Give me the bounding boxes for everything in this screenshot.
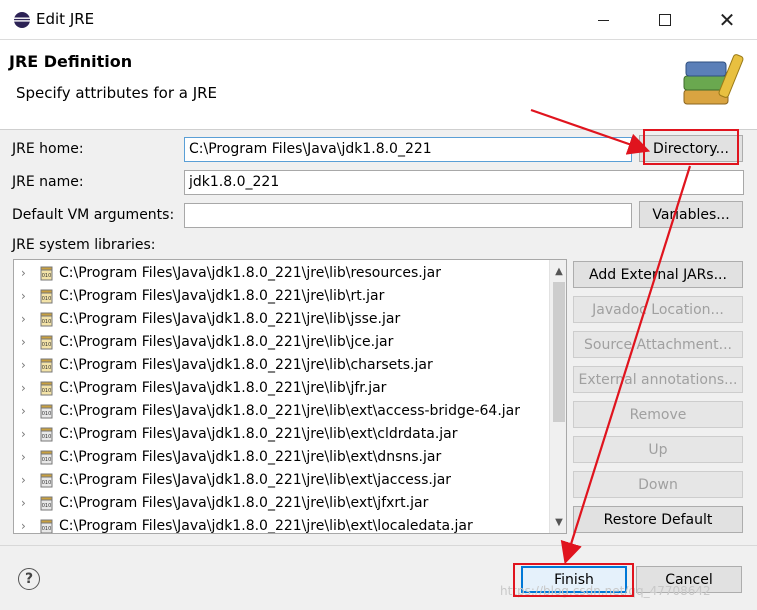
javadoc-location-button[interactable]: Javadoc Location... [573, 296, 743, 323]
svg-text:010: 010 [42, 526, 52, 532]
chevron-right-icon[interactable]: › [21, 473, 26, 487]
footer-divider [0, 545, 757, 546]
jar-icon: 010 [40, 404, 53, 419]
add-external-jars-button[interactable]: Add External JARs... [573, 261, 743, 288]
library-path: C:\Program Files\Java\jdk1.8.0_221\jre\l… [59, 357, 433, 373]
directory-highlight-box [643, 129, 739, 165]
jar-icon: 010 [40, 381, 53, 396]
libraries-scrollbar[interactable]: ▲ ▼ [549, 260, 566, 533]
chevron-right-icon[interactable]: › [21, 312, 26, 326]
jar-icon: 010 [40, 289, 53, 304]
library-row[interactable]: › 010 C:\Program Files\Java\jdk1.8.0_221\j… [14, 262, 548, 285]
scroll-up-icon[interactable]: ▲ [550, 262, 566, 280]
maximize-icon [659, 14, 671, 26]
jar-icon: 010 [40, 312, 53, 327]
chevron-right-icon[interactable]: › [21, 450, 26, 464]
minimize-icon [597, 19, 609, 21]
library-row[interactable]: › 010 C:\Program Files\Java\jdk1.8.0_221\j… [14, 308, 548, 331]
library-row[interactable]: › 010 C:\Program Files\Java\jdk1.8.0_221\j… [14, 285, 548, 308]
library-row[interactable]: › 010 C:\Program Files\Java\jdk1.8.0_221\j… [14, 354, 548, 377]
libraries-tree[interactable]: › 010 C:\Program Files\Java\jdk1.8.0_221\j… [13, 259, 567, 534]
svg-text:010: 010 [42, 342, 52, 348]
jar-icon: 010 [40, 266, 53, 281]
svg-text:010: 010 [42, 480, 52, 486]
chevron-right-icon[interactable]: › [21, 404, 26, 418]
vm-args-label: Default VM arguments: [12, 207, 175, 223]
chevron-right-icon[interactable]: › [21, 427, 26, 441]
restore-default-button[interactable]: Restore Default [573, 506, 743, 533]
svg-text:010: 010 [42, 296, 52, 302]
scroll-down-icon[interactable]: ▼ [550, 513, 566, 531]
library-path: C:\Program Files\Java\jdk1.8.0_221\jre\l… [59, 472, 452, 488]
library-row[interactable]: › 010 C:\Program Files\Java\jdk1.8.0_221\j… [14, 492, 548, 515]
eclipse-icon [14, 12, 30, 28]
svg-text:010: 010 [42, 273, 52, 279]
jar-icon: 010 [40, 496, 53, 511]
variables-button[interactable]: Variables... [639, 201, 743, 228]
library-row[interactable]: › 010 C:\Program Files\Java\jdk1.8.0_221\j… [14, 423, 548, 446]
svg-text:010: 010 [42, 457, 52, 463]
library-row[interactable]: › 010 C:\Program Files\Java\jdk1.8.0_221\j… [14, 377, 548, 400]
library-row[interactable]: › 010 C:\Program Files\Java\jdk1.8.0_221\j… [14, 400, 548, 423]
window-title: Edit JRE [36, 10, 95, 28]
library-path: C:\Program Files\Java\jdk1.8.0_221\jre\l… [59, 403, 520, 419]
library-row[interactable]: › 010 C:\Program Files\Java\jdk1.8.0_221\j… [14, 331, 548, 354]
chevron-right-icon[interactable]: › [21, 289, 26, 303]
jar-icon: 010 [40, 473, 53, 488]
library-path: C:\Program Files\Java\jdk1.8.0_221\jre\l… [59, 288, 385, 304]
library-row[interactable]: › 010 C:\Program Files\Java\jdk1.8.0_221\j… [14, 515, 548, 534]
jar-icon: 010 [40, 335, 53, 350]
library-path: C:\Program Files\Java\jdk1.8.0_221\jre\l… [59, 495, 429, 511]
svg-text:010: 010 [42, 365, 52, 371]
svg-text:010: 010 [42, 388, 52, 394]
library-path: C:\Program Files\Java\jdk1.8.0_221\jre\l… [59, 334, 394, 350]
source-attachment-button[interactable]: Source Attachment... [573, 331, 743, 358]
minimize-button[interactable] [580, 4, 626, 36]
jre-name-label: JRE name: [12, 174, 84, 190]
chevron-right-icon[interactable]: › [21, 496, 26, 510]
svg-text:010: 010 [42, 319, 52, 325]
jar-icon: 010 [40, 427, 53, 442]
library-row[interactable]: › 010 C:\Program Files\Java\jdk1.8.0_221\j… [14, 446, 548, 469]
scroll-thumb[interactable] [553, 282, 565, 422]
chevron-right-icon[interactable]: › [21, 335, 26, 349]
library-books-icon [683, 54, 744, 105]
header-subtitle: Specify attributes for a JRE [16, 84, 218, 102]
jre-name-input[interactable]: jdk1.8.0_221 [184, 170, 744, 195]
jre-home-label: JRE home: [12, 141, 84, 157]
svg-text:010: 010 [42, 434, 52, 440]
chevron-right-icon[interactable]: › [21, 519, 26, 533]
chevron-right-icon[interactable]: › [21, 358, 26, 372]
vm-args-input[interactable] [184, 203, 632, 228]
up-button[interactable]: Up [573, 436, 743, 463]
jar-icon: 010 [40, 450, 53, 465]
library-path: C:\Program Files\Java\jdk1.8.0_221\jre\l… [59, 380, 387, 396]
jre-home-input[interactable]: C:\Program Files\Java\jdk1.8.0_221 [184, 137, 632, 162]
chevron-right-icon[interactable]: › [21, 381, 26, 395]
library-path: C:\Program Files\Java\jdk1.8.0_221\jre\l… [59, 449, 442, 465]
finish-highlight-box [513, 563, 634, 597]
jar-icon: 010 [40, 519, 53, 533]
down-button[interactable]: Down [573, 471, 743, 498]
library-path: C:\Program Files\Java\jdk1.8.0_221\jre\l… [59, 265, 441, 281]
library-path: C:\Program Files\Java\jdk1.8.0_221\jre\l… [59, 518, 473, 534]
chevron-right-icon[interactable]: › [21, 266, 26, 280]
svg-text:010: 010 [42, 411, 52, 417]
maximize-button[interactable] [642, 4, 688, 36]
library-row[interactable]: › 010 C:\Program Files\Java\jdk1.8.0_221\j… [14, 469, 548, 492]
external-annotations-button[interactable]: External annotations... [573, 366, 743, 393]
header-title: JRE Definition [9, 52, 133, 71]
library-path: C:\Program Files\Java\jdk1.8.0_221\jre\l… [59, 311, 401, 327]
title-bar: Edit JRE ✕ [0, 0, 757, 40]
library-path: C:\Program Files\Java\jdk1.8.0_221\jre\l… [59, 426, 458, 442]
jar-icon: 010 [40, 358, 53, 373]
dialog-header: JRE Definition Specify attributes for a … [0, 40, 757, 130]
close-icon: ✕ [718, 8, 736, 32]
svg-text:010: 010 [42, 503, 52, 509]
help-icon[interactable]: ? [18, 568, 40, 590]
remove-button[interactable]: Remove [573, 401, 743, 428]
close-button[interactable]: ✕ [704, 4, 750, 36]
libraries-label: JRE system libraries: [12, 237, 156, 253]
